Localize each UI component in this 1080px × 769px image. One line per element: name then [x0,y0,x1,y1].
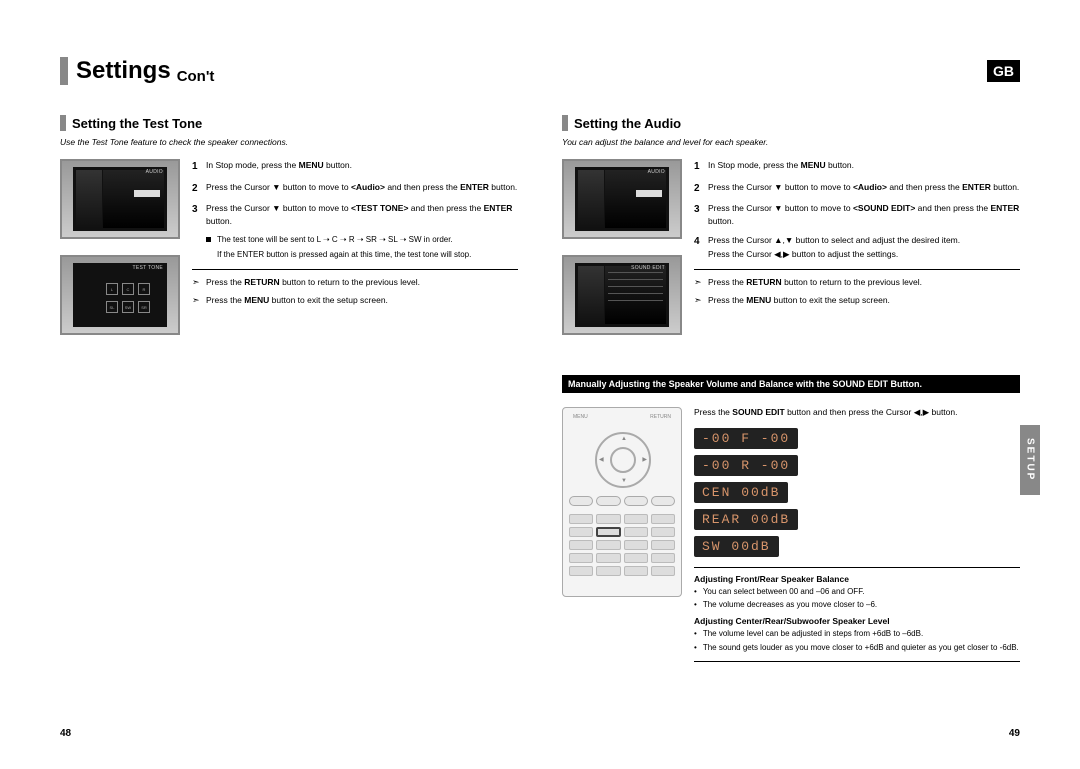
step-text: In Stop mode, press the MENU button. [206,159,352,175]
screen-thumbnail-audio: AUDIO [60,159,180,239]
subheading: Adjusting Center/Rear/Subwoofer Speaker … [694,616,1020,626]
page-subtitle: Con't [177,68,215,85]
page-spread: Settings Con't Setting the Test Tone Use… [0,0,1080,769]
page-left: Settings Con't Setting the Test Tone Use… [0,0,540,769]
banner-sound-edit: Manually Adjusting the Speaker Volume an… [562,375,1020,393]
screen-thumbnail-soundedit: SOUND EDIT [562,255,682,335]
content-row: AUDIO TEST TONE LCR SLSWSR [60,159,518,335]
side-tab-setup: SETUP [1020,425,1040,495]
step-number: 2 [192,181,206,197]
arrow-icon: ➣ [694,276,708,290]
step-text: Press the Cursor ▼ button to move to <Au… [708,181,1019,197]
thumb-tag: TEST TONE [133,265,164,271]
page-number: 48 [60,728,71,739]
page-title-bar: Settings Con't [60,55,518,85]
page-number: 49 [1009,728,1020,739]
note-text: Press the RETURN button to return to the… [708,276,922,290]
steps-list: 1In Stop mode, press the MENU button. 2P… [694,159,1020,335]
note-text: Press the MENU button to exit the setup … [708,294,890,308]
section-accent [60,115,66,131]
bullet-text: The test tone will be sent to L ➝ C ➝ R … [217,234,453,246]
bullet-text: If the ENTER button is pressed again at … [217,249,471,261]
divider [694,567,1020,568]
step-number: 1 [192,159,206,175]
screen-thumbnail-audio: AUDIO [562,159,682,239]
display-line: -00 F -00 [694,428,798,449]
display-line: SW 00dB [694,536,779,557]
step-text: Press the Cursor ▼ button to move to <TE… [206,202,518,228]
step-text: Press the Cursor ▼ button to move to <Au… [206,181,517,197]
thumbnail-column: AUDIO TEST TONE LCR SLSWSR [60,159,180,335]
content-row: AUDIO SOUND EDIT 1In Stop mode, press th… [562,159,1020,335]
divider [694,269,1020,270]
note-text: Press the MENU button to exit the setup … [206,294,388,308]
section-description: Use the Test Tone feature to check the s… [60,137,518,147]
subheading: Adjusting Front/Rear Speaker Balance [694,574,1020,584]
step-number: 3 [694,202,708,228]
section-title: Setting the Audio [574,116,681,131]
thumb-tag: SOUND EDIT [631,265,665,271]
section-heading-audio: Setting the Audio [562,115,1020,131]
bullet-text: You can select between 00 and –06 and OF… [694,586,1020,597]
step-number: 3 [192,202,206,228]
display-line: REAR 00dB [694,509,798,530]
sound-edit-instruction: Press the SOUND EDIT button and then pre… [694,407,1020,418]
display-readouts: -00 F -00 -00 R -00 CEN 00dB REAR 00dB S… [694,428,1020,557]
section-description: You can adjust the balance and level for… [562,137,1020,147]
thumb-tag: AUDIO [648,169,665,175]
screen-thumbnail-testtone: TEST TONE LCR SLSWSR [60,255,180,335]
note-text: Press the RETURN button to return to the… [206,276,420,290]
divider [694,661,1020,662]
step-text: Press the Cursor ▼ button to move to <SO… [708,202,1020,228]
thumb-tag: AUDIO [146,169,163,175]
title-accent [60,57,68,85]
sound-edit-row: MENURETURN ▲ ▼ ◀ ▶ [562,407,1020,668]
arrow-icon: ➣ [694,294,708,308]
page-right: GB Setting the Audio You can adjust the … [540,0,1080,769]
arrow-icon: ➣ [192,276,206,290]
locale-badge: GB [987,60,1020,82]
display-line: CEN 00dB [694,482,788,503]
remote-illustration: MENURETURN ▲ ▼ ◀ ▶ [562,407,682,597]
steps-list: 1In Stop mode, press the MENU button. 2P… [192,159,518,335]
section-heading-test-tone: Setting the Test Tone [60,115,518,131]
step-number: 1 [694,159,708,175]
bullet-text: The volume level can be adjusted in step… [694,628,1020,639]
display-line: -00 R -00 [694,455,798,476]
bullet-icon [206,237,211,242]
section-accent [562,115,568,131]
step-text: In Stop mode, press the MENU button. [708,159,854,175]
thumbnail-column: AUDIO SOUND EDIT [562,159,682,335]
divider [192,269,518,270]
sound-edit-button [596,527,620,537]
sound-edit-details: Press the SOUND EDIT button and then pre… [694,407,1020,668]
step-number: 4 [694,234,708,260]
bullet-text: The sound gets louder as you move closer… [694,642,1020,653]
arrow-icon: ➣ [192,294,206,308]
bullet-text: The volume decreases as you move closer … [694,599,1020,610]
step-text: Press the Cursor ▲,▼ button to select an… [708,234,960,260]
section-title: Setting the Test Tone [72,116,202,131]
step-number: 2 [694,181,708,197]
page-title: Settings [76,57,171,85]
